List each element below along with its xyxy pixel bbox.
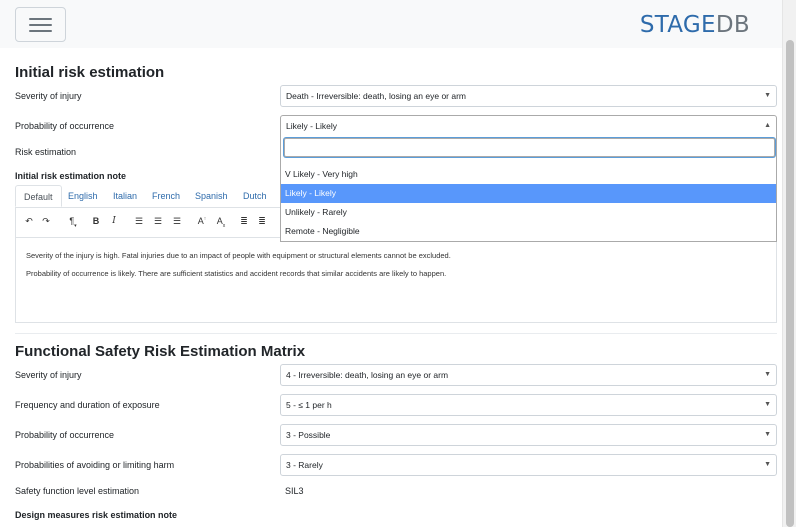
tab-default[interactable]: Default [15, 185, 62, 207]
paragraph-icon[interactable]: ¶▾ [66, 216, 80, 229]
top-navbar: STAGEDB [0, 0, 782, 48]
severity-select-value: Death - Irreversible: death, losing an e… [286, 91, 467, 101]
page-scrollbar[interactable] [782, 0, 796, 527]
hamburger-icon [29, 18, 52, 20]
editor-content[interactable]: Severity of the injury is high. Fatal in… [26, 247, 451, 283]
undo-icon[interactable]: ↶ [22, 216, 36, 227]
align-right-icon[interactable]: ☰ [170, 216, 184, 227]
frequency-value: 5 - ≤ 1 per h [286, 400, 332, 410]
chevron-down-icon: ▼ [764, 401, 771, 408]
section-title-initial-risk: Initial risk estimation [15, 64, 165, 81]
tab-spanish[interactable]: Spanish [195, 185, 228, 207]
subscript-icon[interactable]: Ax [214, 216, 228, 229]
logo-part-2: DB [715, 12, 750, 38]
tab-dutch[interactable]: Dutch [243, 185, 267, 207]
note-paragraph: Probability of occurrence is likely. The… [26, 269, 447, 278]
dropdown-option-selected[interactable]: Likely - Likely [281, 184, 776, 203]
probability-select[interactable]: Likely - Likely ▲ [280, 115, 777, 137]
probability-label: Probability of occurrence [15, 121, 115, 131]
tab-english[interactable]: English [68, 185, 98, 207]
scrollbar-thumb[interactable] [786, 40, 794, 527]
bullet-list-icon[interactable]: ≣ [237, 216, 251, 227]
fs-severity-select[interactable]: 4 - Irreversible: death, losing an eye o… [280, 364, 777, 386]
redo-icon[interactable]: ↷ [39, 216, 53, 227]
align-left-icon[interactable]: ☰ [132, 216, 146, 227]
severity-select[interactable]: Death - Irreversible: death, losing an e… [280, 85, 777, 107]
italic-icon[interactable]: I [107, 216, 121, 226]
note-paragraph: Severity of the injury is high. Fatal in… [26, 251, 451, 260]
avoiding-label: Probabilities of avoiding or limiting ha… [15, 460, 175, 470]
section-divider [15, 333, 777, 334]
probability-select-value: Likely - Likely [286, 121, 338, 131]
bold-icon[interactable]: B [89, 216, 103, 226]
hamburger-icon-line [29, 30, 52, 32]
frequency-label: Frequency and duration of exposure [15, 400, 160, 410]
fs-severity-value: 4 - Irreversible: death, losing an eye o… [286, 370, 449, 380]
chevron-down-icon: ▼ [764, 431, 771, 438]
initial-risk-note-label: Initial risk estimation note [15, 171, 127, 181]
fs-probability-value: 3 - Possible [286, 430, 331, 440]
sil-value: SIL3 [285, 486, 304, 496]
risk-estimation-label: Risk estimation [15, 147, 77, 157]
numbered-list-icon[interactable]: ≣ [255, 216, 269, 227]
dropdown-option[interactable]: Remote - Negligible [281, 222, 776, 241]
section-title-fs-matrix: Functional Safety Risk Estimation Matrix [15, 343, 306, 360]
dropdown-option[interactable]: Unlikely - Rarely [281, 203, 776, 222]
design-note-label: Design measures risk estimation note [15, 510, 178, 520]
hamburger-icon-line [29, 24, 52, 26]
avoiding-value: 3 - Rarely [286, 460, 323, 470]
chevron-down-icon: ▼ [764, 92, 771, 99]
probability-dropdown-panel: V Likely - Very high Likely - Likely Unl… [280, 136, 777, 242]
logo-part-1: STAGE [639, 12, 716, 38]
chevron-up-icon: ▲ [764, 122, 771, 129]
frequency-select[interactable]: 5 - ≤ 1 per h ▼ [280, 394, 777, 416]
chevron-down-icon: ▼ [764, 371, 771, 378]
fs-severity-label: Severity of injury [15, 370, 82, 380]
chevron-down-icon: ▼ [764, 461, 771, 468]
menu-toggle-button[interactable] [15, 7, 66, 42]
tab-italian[interactable]: Italian [113, 185, 137, 207]
font-size-icon[interactable]: A↑ [195, 216, 209, 226]
app-logo[interactable]: STAGEDB [640, 12, 750, 38]
dropdown-option[interactable]: V Likely - Very high [281, 165, 776, 184]
dropdown-search-input[interactable] [284, 138, 775, 157]
severity-label: Severity of injury [15, 91, 82, 101]
sil-label: Safety function level estimation [15, 486, 140, 496]
avoiding-select[interactable]: 3 - Rarely ▼ [280, 454, 777, 476]
align-center-icon[interactable]: ☰ [151, 216, 165, 227]
fs-probability-label: Probability of occurrence [15, 430, 115, 440]
fs-probability-select[interactable]: 3 - Possible ▼ [280, 424, 777, 446]
tab-french[interactable]: French [152, 185, 180, 207]
